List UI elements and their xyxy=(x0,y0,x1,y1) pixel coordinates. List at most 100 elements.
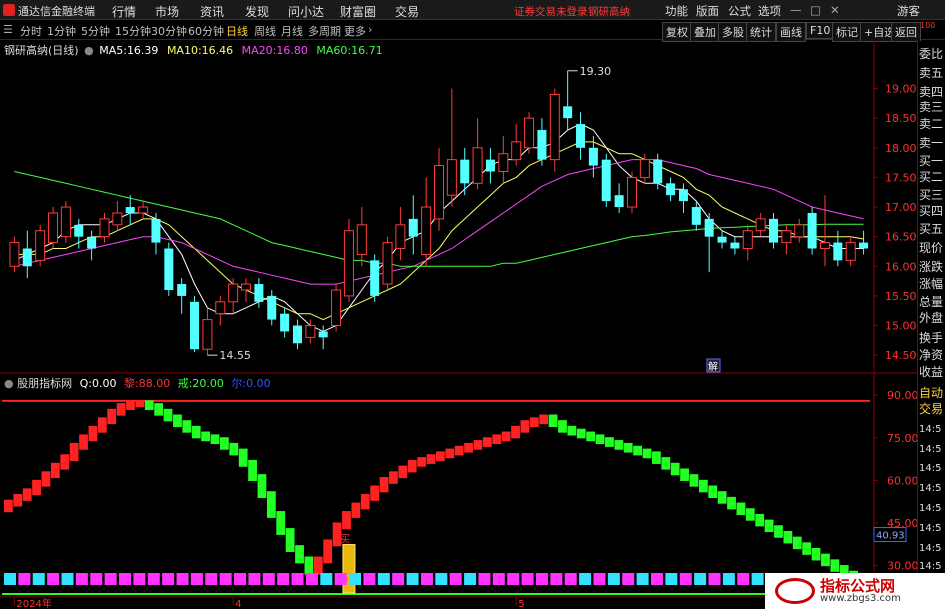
close-icon[interactable]: ✕ xyxy=(830,3,840,17)
candle-body-up xyxy=(472,147,483,184)
indicator-bar xyxy=(764,519,774,533)
menu-jiaoyi[interactable]: 交易 xyxy=(395,3,419,20)
ind-y-tick-label: 90.00 xyxy=(887,389,917,402)
state-square xyxy=(377,573,390,585)
settings-circle-icon[interactable]: ● xyxy=(4,377,14,390)
indicator-bar xyxy=(830,559,840,572)
menu-shichang[interactable]: 市场 xyxy=(155,3,179,20)
quote-field-label: 换手 xyxy=(919,331,944,345)
menu-faxian[interactable]: 发现 xyxy=(245,3,269,20)
ma60-value: 16.71 xyxy=(351,44,383,57)
indicator-bar xyxy=(792,536,802,550)
maximize-icon[interactable]: □ xyxy=(810,3,821,17)
state-square xyxy=(277,573,290,585)
tab-more[interactable]: 更多 xyxy=(344,23,366,39)
auto-trade-label[interactable]: 交易 xyxy=(919,402,945,416)
indicator-bar xyxy=(135,400,145,408)
fuquan-button[interactable]: 复权 xyxy=(662,22,692,42)
menu-caifuquan[interactable]: 财富圈 xyxy=(340,3,376,20)
candle-body-up xyxy=(138,206,149,214)
minimize-icon[interactable]: — xyxy=(790,3,802,17)
kline-chart[interactable]: 19.30 14.55 解 14.50 15.00 15.50 16.00 16.50 17.… xyxy=(0,41,917,609)
state-square xyxy=(564,573,577,585)
state-square xyxy=(708,573,721,585)
high-price-label: 19.30 xyxy=(580,65,612,78)
ind-y-tick-label: 60.00 xyxy=(887,474,917,487)
tab-daily[interactable]: 日线 xyxy=(226,23,248,39)
y-tick-label: 18.50 xyxy=(885,112,917,125)
candle-body-down xyxy=(807,212,817,249)
quote-field-label: 委比 xyxy=(919,47,944,61)
quote-field-label: 买四 xyxy=(919,204,944,218)
indicator-bar xyxy=(295,545,304,564)
state-square xyxy=(262,573,275,585)
trade-time-label: 14:5 xyxy=(919,523,942,534)
indicator-bar xyxy=(417,457,427,467)
ma10-label: MA10: xyxy=(166,44,202,57)
tab-weekly[interactable]: 周线 xyxy=(254,23,276,39)
candle-body-down xyxy=(588,147,598,166)
state-square xyxy=(392,573,405,585)
stock-link[interactable]: 钢研高纳 xyxy=(588,4,630,19)
indicator-bar xyxy=(79,434,88,450)
grid-icon[interactable]: ☰ xyxy=(3,23,13,36)
menu-hangqing[interactable]: 行情 xyxy=(112,3,136,20)
tab-multi-period[interactable]: 多周期 xyxy=(308,23,341,39)
tab-1min[interactable]: 1分钟 xyxy=(47,23,76,39)
trade-time-label: 14:5 xyxy=(919,444,942,455)
state-square xyxy=(248,573,261,585)
f10-button[interactable]: F10 xyxy=(806,22,835,39)
tab-fenshi[interactable]: 分时 xyxy=(20,23,42,39)
guest-label[interactable]: 游客 xyxy=(897,3,920,19)
indicator-bar xyxy=(774,525,783,538)
tab-60min[interactable]: 60分钟 xyxy=(188,23,224,39)
settings-circle-icon[interactable]: ● xyxy=(84,44,94,57)
indicator-bar xyxy=(436,451,445,462)
mark-button[interactable]: 标记 xyxy=(832,22,862,42)
y-tick-label: 15.00 xyxy=(885,320,917,333)
stock-name: 钢研高纳 xyxy=(4,44,48,57)
trade-time-label: 14:5 xyxy=(919,463,942,474)
indicator-bar xyxy=(107,408,117,425)
multi-stock-button[interactable]: 多股 xyxy=(718,22,748,42)
candle-body-down xyxy=(460,159,470,184)
login-alert[interactable]: 证券交易未登录 xyxy=(514,4,588,19)
buy-signal-label: 买 xyxy=(340,534,350,546)
menu-xuanxiang[interactable]: 选项 xyxy=(758,3,781,19)
tab-monthly[interactable]: 月线 xyxy=(281,23,303,39)
menu-gongneng[interactable]: 功能 xyxy=(665,3,688,19)
indicator-bar xyxy=(22,488,32,501)
indicator-bar xyxy=(811,547,821,561)
indicator-bar xyxy=(727,496,736,510)
menu-banmian[interactable]: 版面 xyxy=(696,3,719,19)
jie-badge-label: 解 xyxy=(708,360,718,373)
tab-5min[interactable]: 5分钟 xyxy=(81,23,110,39)
indicator-bar xyxy=(473,440,483,450)
menu-zixun[interactable]: 资讯 xyxy=(200,3,224,20)
ma10-value: 16.46 xyxy=(201,44,234,57)
state-square xyxy=(406,573,419,585)
candle-body-up xyxy=(781,230,792,244)
candle-body-down xyxy=(370,260,380,296)
state-square xyxy=(119,573,132,585)
draw-line-button[interactable]: 画线 xyxy=(776,22,806,42)
tab-30min[interactable]: 30分钟 xyxy=(151,23,187,39)
jie-label: 戒: xyxy=(177,377,193,390)
candle-body-up xyxy=(331,289,342,327)
chevron-right-icon[interactable]: › xyxy=(368,23,372,36)
state-square xyxy=(18,573,31,585)
indicator-bar xyxy=(285,528,295,552)
menu-wenxiaoda[interactable]: 问小达 xyxy=(288,3,324,20)
tab-15min[interactable]: 15分钟 xyxy=(115,23,151,39)
state-square xyxy=(420,573,433,585)
candle-body-up xyxy=(60,206,71,238)
trade-time-label: 14:5 xyxy=(919,483,942,494)
stats-button[interactable]: 统计 xyxy=(746,22,776,42)
overlay-button[interactable]: 叠加 xyxy=(690,22,720,42)
indicator-bar xyxy=(398,465,408,479)
auto-trade-label[interactable]: 自动 xyxy=(919,386,945,400)
watermark-logo-icon xyxy=(775,578,815,604)
menu-gongshi[interactable]: 公式 xyxy=(728,3,751,19)
back-button[interactable]: 返回 xyxy=(891,22,921,42)
indicator-bar xyxy=(13,494,23,507)
